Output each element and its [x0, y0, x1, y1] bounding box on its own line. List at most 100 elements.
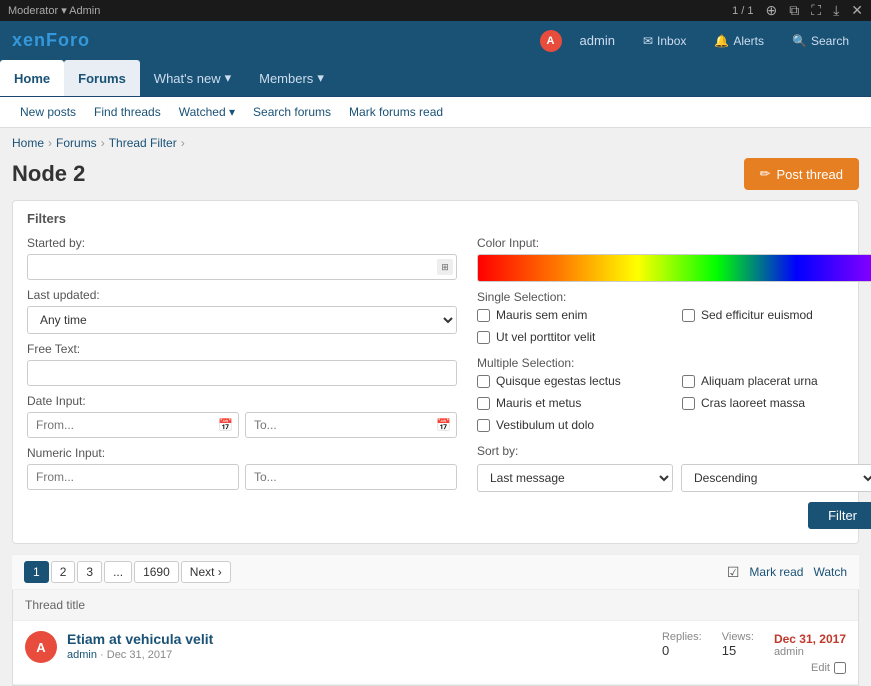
sub-nav-mark-read[interactable]: Mark forums read	[341, 101, 451, 123]
filters-left-col: Started by: ⊞ Last updated: Any time Tod…	[27, 236, 457, 529]
nav-members[interactable]: Members ▾	[245, 60, 338, 96]
mark-read-link[interactable]: Mark read	[749, 565, 803, 579]
sub-nav-watched[interactable]: Watched ▾	[171, 101, 243, 123]
post-thread-button[interactable]: ✏ Post thread	[744, 158, 859, 190]
multiple-selection-label: Multiple Selection:	[477, 356, 871, 370]
counter-label: 1 / 1	[732, 5, 753, 17]
filters-panel: Filters Started by: ⊞ Last updated: Any …	[12, 200, 859, 544]
thread-last-date[interactable]: Dec 31, 2017	[774, 632, 846, 646]
close-icon[interactable]: ✕	[851, 2, 863, 19]
page-btn-3[interactable]: 3	[77, 561, 102, 583]
color-input-label: Color Input:	[477, 236, 871, 250]
multiple-option-4: Vestibulum ut dolo	[477, 418, 672, 432]
multiple-selection-group: Multiple Selection: Quisque egestas lect…	[477, 356, 871, 436]
breadcrumb-forums[interactable]: Forums	[56, 136, 97, 150]
color-input-group: Color Input:	[477, 236, 871, 282]
numeric-to-input[interactable]	[245, 464, 457, 490]
single-checkbox-0[interactable]	[477, 309, 490, 322]
inbox-btn[interactable]: ✉ Inbox	[633, 28, 696, 54]
free-text-input[interactable]	[27, 360, 457, 386]
check-all-icon[interactable]: ☑	[727, 564, 740, 581]
numeric-from-input[interactable]	[27, 464, 239, 490]
multiple-checkbox-2[interactable]	[477, 397, 490, 410]
thread-edit-link[interactable]: Edit	[811, 662, 830, 674]
bell-icon: 🔔	[714, 34, 729, 48]
single-checkbox-2[interactable]	[477, 331, 490, 344]
page-title: Node 2	[12, 161, 85, 187]
multiple-checkbox-1[interactable]	[682, 375, 695, 388]
thread-item: A Etiam at vehicula velit admin · Dec 31…	[13, 621, 858, 685]
inbox-label: Inbox	[657, 34, 686, 48]
multiple-checkbox-4[interactable]	[477, 419, 490, 432]
single-option-0-label: Mauris sem enim	[496, 308, 587, 322]
breadcrumb-home[interactable]: Home	[12, 136, 44, 150]
breadcrumb: Home › Forums › Thread Filter ›	[0, 128, 871, 154]
page-btn-1[interactable]: 1	[24, 561, 49, 583]
sort-by-label: Sort by:	[477, 444, 871, 458]
multiple-option-3: Cras laoreet massa	[682, 396, 871, 410]
started-by-clear-btn[interactable]: ⊞	[437, 259, 453, 275]
post-thread-label: Post thread	[777, 167, 844, 182]
multiple-option-0-label: Quisque egestas lectus	[496, 374, 621, 388]
date-to-input[interactable]	[245, 412, 457, 438]
zoom-in-icon[interactable]: ⊕	[766, 2, 778, 19]
multiple-checkbox-0[interactable]	[477, 375, 490, 388]
thread-edit-row: Edit	[811, 662, 846, 674]
whats-new-chevron: ▾	[225, 70, 232, 86]
thread-author-link[interactable]: admin	[67, 649, 97, 661]
page-btn-dots[interactable]: ...	[104, 561, 132, 583]
page-btn-last[interactable]: 1690	[134, 561, 179, 583]
thread-content: Etiam at vehicula velit admin · Dec 31, …	[67, 631, 636, 661]
color-input-bar[interactable]	[477, 254, 871, 282]
single-option-2: Ut vel porttitor velit	[477, 330, 672, 344]
alerts-label: Alerts	[733, 34, 764, 48]
multiple-option-0: Quisque egestas lectus	[477, 374, 672, 388]
filter-button[interactable]: Filter	[808, 502, 871, 529]
download-icon[interactable]: ⤓	[833, 2, 839, 19]
replies-label: Replies:	[662, 631, 702, 643]
sort-order-select[interactable]: Descending Ascending	[681, 464, 871, 492]
user-name-btn[interactable]: admin	[570, 27, 625, 54]
alerts-btn[interactable]: 🔔 Alerts	[704, 28, 774, 54]
single-option-1-label: Sed efficitur euismod	[701, 308, 813, 322]
last-updated-label: Last updated:	[27, 288, 457, 302]
nav-forums[interactable]: Forums	[64, 60, 140, 96]
sub-nav: New posts Find threads Watched ▾ Search …	[0, 97, 871, 128]
single-checkbox-1[interactable]	[682, 309, 695, 322]
replies-value: 0	[662, 643, 702, 658]
nav-whats-new[interactable]: What's new ▾	[140, 60, 245, 96]
sort-by-select[interactable]: Last message Thread title Start date Rep…	[477, 464, 673, 492]
single-selection-label: Single Selection:	[477, 290, 871, 304]
nav-home[interactable]: Home	[0, 60, 64, 96]
page-btn-2[interactable]: 2	[51, 561, 76, 583]
free-text-label: Free Text:	[27, 342, 457, 356]
pagination: 1 2 3 ... 1690 Next ›	[24, 561, 231, 583]
thread-meta: admin · Dec 31, 2017	[67, 649, 636, 661]
watch-link[interactable]: Watch	[813, 565, 847, 579]
single-option-2-label: Ut vel porttitor velit	[496, 330, 595, 344]
calendar-from-icon: 📅	[218, 418, 233, 432]
page-title-row: Node 2 ✏ Post thread	[0, 154, 871, 200]
site-logo: xenForo	[12, 30, 90, 51]
moderator-label: Moderator ▾ Admin	[8, 4, 100, 17]
thread-stats: Replies: 0 Views: 15 Dec 31, 2017 admin …	[646, 631, 846, 674]
last-updated-select[interactable]: Any time Today This week This month This…	[27, 306, 457, 334]
external-link-icon[interactable]: ⧉	[789, 2, 799, 19]
thread-list-header: Thread title	[13, 590, 858, 621]
expand-icon[interactable]: ⛶	[811, 2, 821, 19]
started-by-input[interactable]	[27, 254, 457, 280]
multiple-checkbox-3[interactable]	[682, 397, 695, 410]
thread-select-checkbox[interactable]	[834, 662, 846, 674]
date-from-input[interactable]	[27, 412, 239, 438]
page-btn-next[interactable]: Next ›	[181, 561, 231, 583]
single-selection-options: Mauris sem enim Sed efficitur euismod Ut…	[477, 308, 871, 348]
sub-nav-search-forums[interactable]: Search forums	[245, 101, 339, 123]
top-bar: Moderator ▾ Admin 1 / 1 ⊕ ⧉ ⛶ ⤓ ✕	[0, 0, 871, 21]
breadcrumb-thread-filter[interactable]: Thread Filter	[109, 136, 177, 150]
sub-nav-new-posts[interactable]: New posts	[12, 101, 84, 123]
thread-title-link[interactable]: Etiam at vehicula velit	[67, 631, 213, 647]
sub-nav-find-threads[interactable]: Find threads	[86, 101, 169, 123]
header-right: A admin ✉ Inbox 🔔 Alerts 🔍 Search	[540, 27, 859, 54]
thread-date: Dec 31, 2017	[107, 649, 172, 661]
search-btn[interactable]: 🔍 Search	[782, 28, 859, 54]
